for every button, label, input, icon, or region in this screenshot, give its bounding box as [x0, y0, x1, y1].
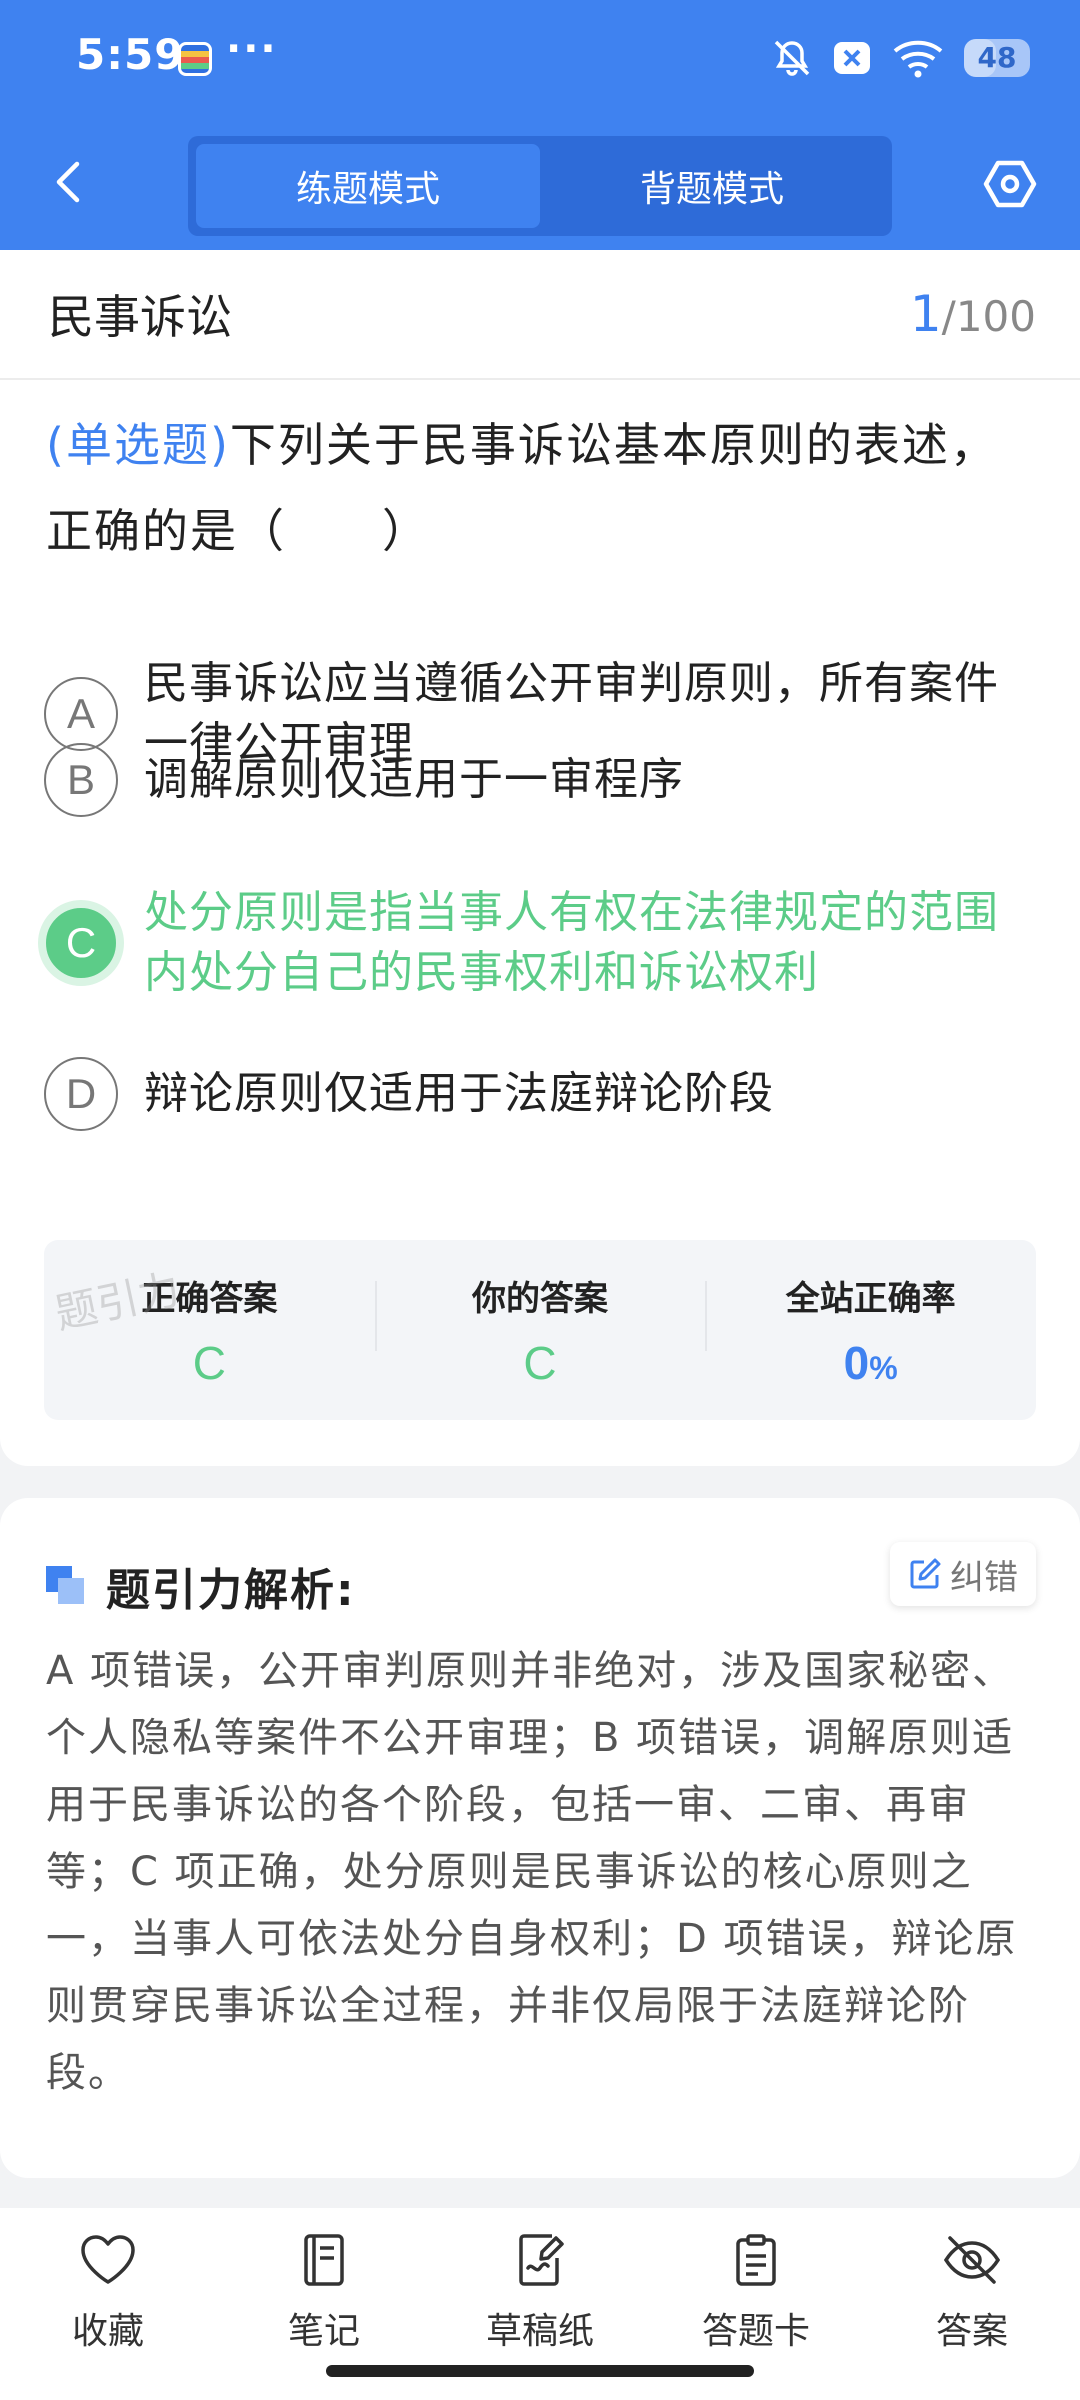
option-b-letter: B — [44, 743, 118, 817]
favorite-button[interactable]: 收藏 — [0, 2208, 216, 2400]
settings-button[interactable] — [978, 152, 1042, 216]
analysis-squares-icon — [46, 1566, 86, 1606]
heart-icon — [81, 2235, 135, 2284]
edit-icon — [910, 1558, 941, 1589]
battery-icon: 48 — [964, 39, 1030, 77]
tab-recite-mode[interactable]: 背题模式 — [540, 144, 884, 228]
analysis-title: 题引力解析: — [106, 1565, 356, 1616]
option-b[interactable]: B 调解原则仅适用于一审程序 — [44, 730, 1034, 830]
mute-icon — [774, 40, 810, 76]
question-progress: 1/100 — [910, 285, 1036, 343]
accuracy-rate-number: 0 — [843, 1336, 870, 1389]
mode-switch: 练题模式 背题模式 — [188, 136, 892, 236]
status-time: 5:59 — [76, 30, 185, 79]
back-button[interactable] — [40, 154, 96, 210]
current-question-number: 1 — [909, 285, 942, 343]
notes-label: 笔记 — [287, 2311, 360, 2352]
option-d[interactable]: D 辩论原则仅适用于法庭辩论阶段 — [44, 1044, 1034, 1144]
draft-paper-icon — [519, 2234, 564, 2286]
analysis-text: A 项错误，公开审判原则并非绝对，涉及国家秘密、个人隐私等案件不公开审理；B 项… — [46, 1648, 1018, 2096]
answer-card-label: 答题卡 — [701, 2311, 810, 2352]
option-c-letter: C — [38, 900, 124, 986]
your-answer-value: C — [523, 1336, 557, 1389]
report-error-button[interactable]: 纠错 — [890, 1542, 1036, 1606]
chevron-left-icon — [56, 161, 80, 203]
subject-title: 民事诉讼 — [48, 290, 232, 344]
total-questions: /100 — [941, 292, 1036, 341]
wallet-app-icon — [178, 42, 212, 76]
accuracy-rate-label: 全站正确率 — [785, 1278, 956, 1319]
home-indicator[interactable] — [326, 2365, 754, 2377]
question-text-block: (单选题)下列关于民事诉讼基本原则的表述，正确的是（ ） — [46, 402, 1036, 574]
notebook-icon — [304, 2234, 344, 2286]
draft-paper-label: 草稿纸 — [485, 2311, 594, 2352]
nav-bar: 练题模式 背题模式 — [0, 118, 1080, 250]
analysis-card: 题引力解析: 纠错 A 项错误，公开审判原则并非绝对，涉及国家秘密、个人隐私等案… — [0, 1498, 1080, 2178]
battery-level: 48 — [977, 41, 1017, 74]
option-b-text: 调解原则仅适用于一审程序 — [144, 754, 684, 805]
hexagon-settings-icon — [983, 160, 1037, 208]
option-d-text: 辩论原则仅适用于法庭辩论阶段 — [144, 1068, 774, 1119]
header: 5:59 ··· 48 练题模式 背题模式 — [0, 0, 1080, 250]
option-c-text: 处分原则是指当事人有权在法律规定的范围内处分自己的民事权利和诉讼权利 — [144, 887, 999, 998]
option-c[interactable]: C 处分原则是指当事人有权在法律规定的范围内处分自己的民事权利和诉讼权利 — [38, 878, 1034, 1008]
question-type: (单选题) — [46, 418, 230, 472]
tab-practice-mode[interactable]: 练题模式 — [196, 144, 540, 228]
question-card: 民事诉讼 1/100 (单选题)下列关于民事诉讼基本原则的表述，正确的是（ ） … — [0, 250, 1080, 1466]
more-notifications-icon: ··· — [226, 26, 278, 72]
answer-toggle-button[interactable]: 答案 — [864, 2208, 1080, 2400]
status-bar: 5:59 ··· 48 — [0, 0, 1080, 118]
answer-card-icon — [736, 2234, 776, 2286]
favorite-label: 收藏 — [71, 2311, 144, 2352]
accuracy-rate-value: 0% — [705, 1336, 1036, 1390]
your-answer-label: 你的答案 — [472, 1278, 608, 1319]
close-box-icon — [834, 42, 870, 74]
accuracy-rate-unit: % — [869, 1349, 898, 1386]
subject-row: 民事诉讼 1/100 — [0, 250, 1080, 380]
answer-summary: 正确答案 C 你的答案 C 全站正确率 0% — [44, 1240, 1036, 1420]
analysis-header: 题引力解析: — [46, 1554, 356, 1618]
option-d-letter: D — [44, 1057, 118, 1131]
answer-toggle-label: 答案 — [935, 2311, 1008, 2352]
report-error-label: 纠错 — [950, 1557, 1018, 1598]
accuracy-rate-col: 全站正确率 0% — [705, 1271, 1036, 1390]
wifi-icon — [893, 40, 943, 78]
your-answer-col: 你的答案 C — [374, 1271, 706, 1390]
eye-off-icon — [943, 2236, 1001, 2284]
correct-answer-value: C — [192, 1336, 226, 1389]
